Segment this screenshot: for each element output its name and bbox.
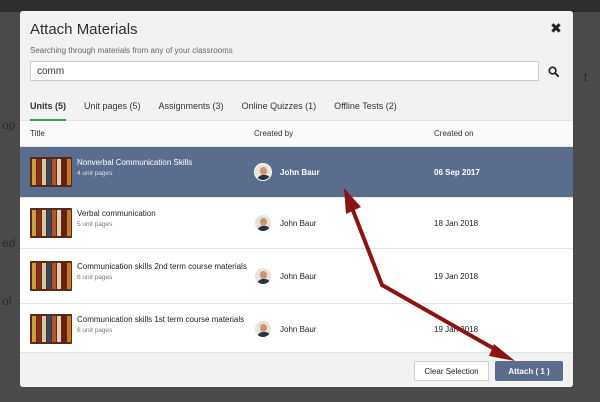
row-title: Communication skills 1st term course mat… bbox=[77, 315, 245, 324]
row-subtitle: 6 unit pages bbox=[77, 274, 113, 281]
creator-name: John Baur bbox=[280, 218, 317, 228]
table-row[interactable]: Communication skills 2nd term course mat… bbox=[20, 249, 573, 304]
tab-offline-tests[interactable]: Offline Tests (2) bbox=[334, 95, 397, 121]
creator-name: John Baur bbox=[280, 167, 320, 177]
close-icon[interactable]: ✖ bbox=[549, 21, 563, 35]
table-header: Title Created by Created on bbox=[20, 121, 573, 147]
row-title: Nonverbal Communication Skills bbox=[77, 158, 193, 167]
column-header-created-by: Created by bbox=[254, 129, 294, 138]
modal-footer: Clear Selection Attach ( 1 ) bbox=[20, 352, 573, 387]
avatar bbox=[254, 267, 272, 285]
modal-title: Attach Materials bbox=[30, 21, 138, 38]
search-row bbox=[30, 61, 563, 81]
modal-header: Attach Materials ✖ Searching through mat… bbox=[20, 11, 573, 95]
row-date: 18 Jan 2018 bbox=[434, 218, 479, 228]
tab-units[interactable]: Units (5) bbox=[30, 95, 66, 121]
table-row[interactable]: Communication skills 1st term course mat… bbox=[20, 304, 573, 355]
row-subtitle: 5 unit pages bbox=[77, 221, 113, 228]
row-title-cell: Communication skills 2nd term course mat… bbox=[20, 261, 254, 291]
search-icon[interactable] bbox=[543, 61, 563, 81]
clear-selection-button[interactable]: Clear Selection bbox=[414, 361, 489, 381]
background-text: op bbox=[2, 118, 16, 132]
row-date: 19 Jan 2018 bbox=[434, 324, 479, 334]
avatar bbox=[254, 320, 272, 338]
row-creator: John Baur bbox=[254, 267, 434, 285]
table-row[interactable]: Verbal communication 5 unit pages John B… bbox=[20, 198, 573, 249]
table-row[interactable]: Nonverbal Communication Skills 4 unit pa… bbox=[20, 147, 573, 198]
creator-name: John Baur bbox=[280, 271, 317, 281]
unit-thumbnail-image bbox=[30, 261, 72, 291]
column-header-created-on: Created on bbox=[434, 129, 474, 138]
row-date: 19 Jan 2018 bbox=[434, 271, 479, 281]
row-creator: John Baur bbox=[254, 163, 434, 181]
tab-online-quizzes[interactable]: Online Quizzes (1) bbox=[242, 95, 317, 121]
tab-assignments[interactable]: Assignments (3) bbox=[159, 95, 224, 121]
row-creator: John Baur bbox=[254, 320, 434, 338]
row-subtitle: 4 unit pages bbox=[77, 170, 113, 177]
row-title: Communication skills 2nd term course mat… bbox=[77, 262, 247, 271]
attach-button[interactable]: Attach ( 1 ) bbox=[495, 361, 563, 381]
modal-subtitle: Searching through materials from any of … bbox=[30, 46, 233, 55]
attach-materials-modal: Attach Materials ✖ Searching through mat… bbox=[20, 11, 573, 387]
row-creator: John Baur bbox=[254, 214, 434, 232]
row-title: Verbal communication bbox=[77, 209, 156, 218]
row-title-cell: Communication skills 1st term course mat… bbox=[20, 314, 254, 344]
avatar bbox=[254, 163, 272, 181]
unit-thumbnail-image bbox=[30, 208, 72, 238]
row-title-cell: Verbal communication 5 unit pages bbox=[20, 208, 254, 238]
background-text: t bbox=[584, 70, 588, 84]
search-input[interactable] bbox=[30, 61, 540, 81]
row-subtitle: 6 unit pages bbox=[77, 327, 113, 334]
material-tabs: Units (5) Unit pages (5) Assignments (3)… bbox=[20, 95, 573, 121]
avatar bbox=[254, 214, 272, 232]
row-date: 06 Sep 2017 bbox=[434, 167, 480, 177]
tab-unit-pages[interactable]: Unit pages (5) bbox=[84, 95, 141, 121]
background-text: ol bbox=[2, 294, 12, 308]
column-header-title: Title bbox=[30, 129, 45, 138]
creator-name: John Baur bbox=[280, 324, 317, 334]
unit-thumbnail-image bbox=[30, 314, 72, 344]
background-text: ed bbox=[2, 236, 16, 250]
row-title-cell: Nonverbal Communication Skills 4 unit pa… bbox=[20, 157, 254, 187]
unit-thumbnail-image bbox=[30, 157, 72, 187]
